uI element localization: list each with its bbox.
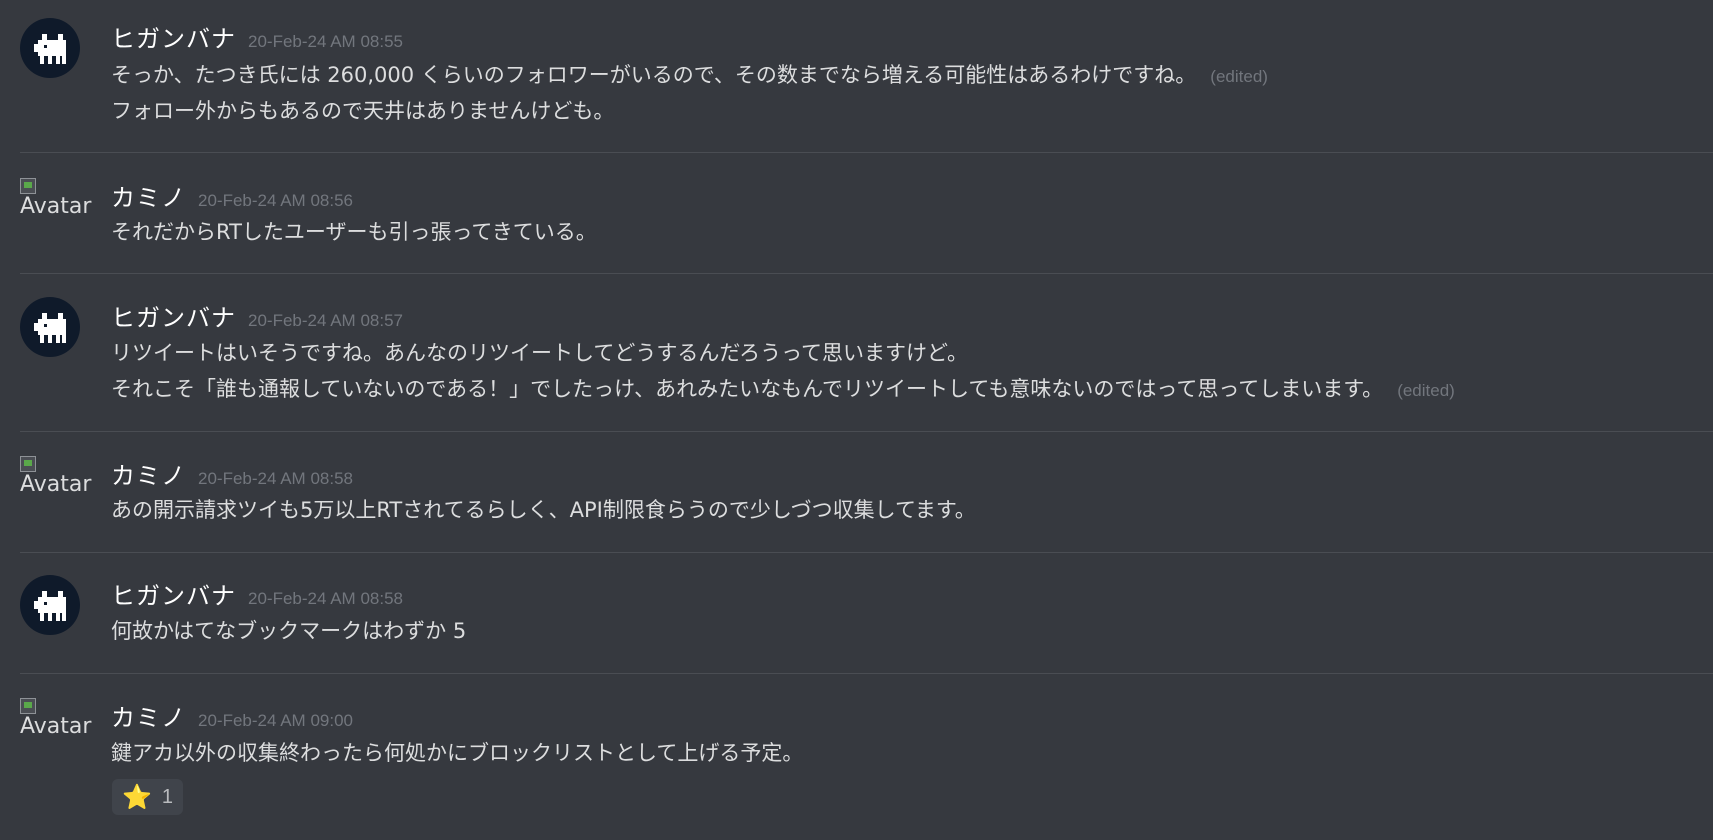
pixel-animal-icon <box>34 34 66 64</box>
message-text: それだからRTしたユーザーも引っ張ってきている。 <box>111 220 597 244</box>
message-timestamp: 20-Feb-24 AM 08:56 <box>198 191 353 210</box>
message-header: ヒガンバナ 20-Feb-24 AM 08:55 <box>111 19 403 54</box>
edited-marker: (edited) <box>1210 67 1268 86</box>
message-header: ヒガンバナ 20-Feb-24 AM 08:57 <box>111 298 403 333</box>
message-divider <box>20 273 1713 274</box>
message-header: カミノ 20-Feb-24 AM 08:56 <box>111 178 353 213</box>
author-name[interactable]: カミノ <box>111 462 186 490</box>
star-emoji-icon: ⭐ <box>122 783 152 811</box>
message-divider <box>20 673 1713 674</box>
reaction-count: 1 <box>161 785 174 808</box>
user-avatar[interactable] <box>20 297 80 357</box>
user-avatar[interactable]: Avatar <box>20 456 96 510</box>
pixel-animal-icon <box>34 591 66 621</box>
message-text: リツイートはいそうですね。あんなのリツイートしてどうするんだろうって思いますけど… <box>111 341 969 365</box>
message-text: そっか、たつき氏には 260,000 くらいのフォロワーがいるので、その数までな… <box>111 63 1268 87</box>
message-header: カミノ 20-Feb-24 AM 09:00 <box>111 698 353 733</box>
user-avatar[interactable]: Avatar <box>20 698 96 752</box>
message-divider <box>20 552 1713 553</box>
broken-image-icon <box>20 698 36 714</box>
author-name[interactable]: ヒガンバナ <box>111 304 236 332</box>
message-text: それこそ「誰も通報していないのである！」でしたっけ、あれみたいなもんでリツイート… <box>111 377 1455 401</box>
author-name[interactable]: ヒガンバナ <box>111 582 236 610</box>
edited-marker: (edited) <box>1397 381 1455 400</box>
message-divider <box>20 152 1713 153</box>
message-text: あの開示請求ツイも5万以上RTされてるらしく、API制限食らうので少しづつ収集し… <box>111 498 976 522</box>
message-timestamp: 20-Feb-24 AM 08:58 <box>248 589 403 608</box>
message-text: 鍵アカ以外の収集終わったら何処かにブロックリストとして上げる予定。 <box>111 741 804 765</box>
message-timestamp: 20-Feb-24 AM 08:58 <box>198 469 353 488</box>
reaction-button[interactable]: ⭐ 1 <box>112 779 184 815</box>
message-timestamp: 20-Feb-24 AM 08:57 <box>248 311 403 330</box>
message-divider <box>20 431 1713 432</box>
user-avatar[interactable] <box>20 575 80 635</box>
broken-image-icon <box>20 178 36 194</box>
user-avatar[interactable]: Avatar <box>20 178 96 232</box>
user-avatar[interactable] <box>20 18 80 78</box>
message-header: カミノ 20-Feb-24 AM 08:58 <box>111 456 353 491</box>
message-timestamp: 20-Feb-24 AM 09:00 <box>198 711 353 730</box>
message-header: ヒガンバナ 20-Feb-24 AM 08:58 <box>111 576 403 611</box>
pixel-animal-icon <box>34 313 66 343</box>
author-name[interactable]: カミノ <box>111 184 186 212</box>
author-name[interactable]: ヒガンバナ <box>111 25 236 53</box>
author-name[interactable]: カミノ <box>111 704 186 732</box>
message-text: 何故かはてなブックマークはわずか 5 <box>111 619 467 643</box>
message-timestamp: 20-Feb-24 AM 08:55 <box>248 32 403 51</box>
chat-log: ヒガンバナ 20-Feb-24 AM 08:55 そっか、たつき氏には 260,0… <box>0 0 1713 840</box>
message-text: フォロー外からもあるので天井はありませんけども。 <box>111 99 615 123</box>
broken-image-icon <box>20 456 36 472</box>
